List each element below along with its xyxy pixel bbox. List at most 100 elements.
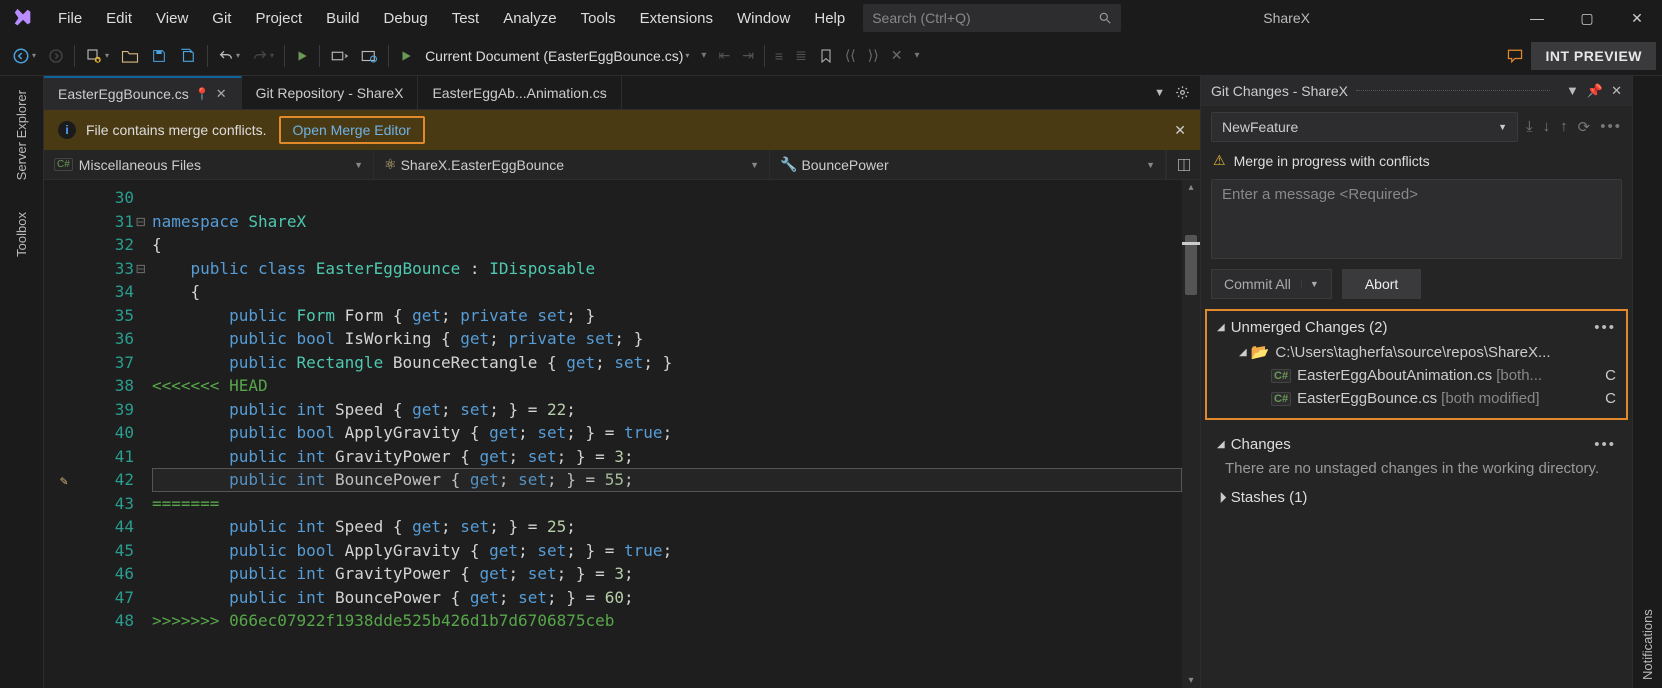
git-panel-title: Git Changes - ShareX ▼ 📌 ✕ [1201,76,1632,106]
class-icon: ⚛ [384,156,397,173]
code-content[interactable]: ⊟namespace ShareX{⊟ public class EasterE… [142,180,1182,688]
branch-dropdown[interactable]: NewFeature▼ [1211,112,1518,142]
current-document-label: Current Document (EasterEggBounce.cs) [425,48,683,64]
bookmark-icon[interactable] [813,42,839,70]
open-button[interactable] [115,42,145,70]
changes-header[interactable]: ◢Changes ••• [1211,432,1622,457]
current-document-dropdown[interactable]: Current Document (EasterEggBounce.cs) ▾ [419,42,695,70]
repo-folder-row[interactable]: ◢ 📂 C:\Users\tagherfa\source\repos\Share… [1211,340,1622,364]
browser-link-button[interactable] [354,42,384,70]
nav-forward-button[interactable] [42,42,70,70]
main-menu: FileEditViewGitProjectBuildDebugTestAnal… [46,10,857,27]
menu-edit[interactable]: Edit [94,10,144,27]
int-preview-button[interactable]: INT PREVIEW [1531,42,1656,70]
menu-view[interactable]: View [144,10,200,27]
more-icon[interactable]: ••• [1600,118,1622,136]
sync-icon[interactable]: ⟳ [1578,118,1591,136]
menu-build[interactable]: Build [314,10,371,27]
tab-2[interactable]: EasterEggAb...Animation.cs [418,76,621,109]
scrollbar[interactable]: ▴ ▾ [1182,180,1200,688]
project-dropdown[interactable]: C# Miscellaneous Files▼ [44,150,374,179]
start-button[interactable] [289,42,315,70]
commit-message-input[interactable]: Enter a message <Required> [1211,179,1622,259]
merge-warning: ⚠ Merge in progress with conflicts [1201,148,1632,173]
open-merge-editor-link[interactable]: Open Merge Editor [279,116,425,144]
warning-icon: ⚠ [1213,152,1226,169]
feedback-icon[interactable] [1499,42,1531,70]
merge-conflict-message: File contains merge conflicts. [86,122,267,138]
pin-icon[interactable]: 📍 [195,87,210,101]
nav-back-button[interactable]: ▾ [6,42,42,70]
server-explorer-tab[interactable]: Server Explorer [14,82,29,188]
fetch-icon[interactable]: ⤓ [1526,118,1533,136]
csharp-icon: C# [54,158,73,171]
toolbox-tab[interactable]: Toolbox [14,204,29,265]
panel-dropdown-icon[interactable]: ▼ [1566,83,1579,98]
menu-help[interactable]: Help [802,10,857,27]
left-rail: Server Explorer Toolbox [0,76,44,688]
tab-dropdown-icon[interactable]: ▼ [1154,87,1165,99]
class-dropdown[interactable]: ⚛ ShareX.EasterEggBounce▼ [374,150,770,179]
tab-close-icon[interactable]: ✕ [216,86,227,102]
breakpoint-gutter[interactable] [44,180,98,688]
panel-close-icon[interactable]: ✕ [1611,83,1622,99]
split-editor-button[interactable] [1166,150,1200,179]
unmerged-file-1[interactable]: C#EasterEggBounce.cs [both modified]C [1211,387,1622,410]
tab-0[interactable]: EasterEggBounce.cs📍✕ [44,76,242,109]
menu-git[interactable]: Git [200,10,243,27]
code-editor[interactable]: 30313233343536373839404142434445464748 ⊟… [44,180,1200,688]
notifications-tab[interactable]: Notifications [1640,84,1655,688]
right-rail: Notifications [1632,76,1662,688]
save-all-button[interactable] [173,42,203,70]
changes-more-icon[interactable]: ••• [1594,436,1616,453]
attach-button[interactable] [324,42,354,70]
menu-extensions[interactable]: Extensions [628,10,725,27]
bookmark-next-icon[interactable]: ⟩⟩ [862,42,885,70]
document-tabs: EasterEggBounce.cs📍✕Git Repository - Sha… [44,76,1200,110]
pull-icon[interactable]: ↓ [1543,118,1551,136]
undo-button[interactable]: ▾ [212,42,246,70]
toolbar: ▾ ★▾ ▾ ▾ Current Document (EasterEggBoun… [0,36,1662,76]
overflow2-icon[interactable]: ▾ [908,42,925,70]
align-left-icon: ≡ [769,42,789,70]
title-bar: FileEditViewGitProjectBuildDebugTestAnal… [0,0,1662,36]
overflow-icon[interactable]: ▾ [695,42,712,70]
tab-settings-icon[interactable] [1175,85,1190,100]
tab-1[interactable]: Git Repository - ShareX [242,76,419,109]
close-goldbar-button[interactable]: ✕ [1174,122,1186,139]
run-current-button[interactable] [393,42,419,70]
search-input[interactable]: Search (Ctrl+Q) [863,4,1121,32]
search-icon [1098,11,1112,25]
abort-button[interactable]: Abort [1342,269,1421,299]
save-button[interactable] [145,42,173,70]
unmerged-changes-section: ◢Unmerged Changes (2) ••• ◢ 📂 C:\Users\t… [1205,309,1628,420]
redo-button[interactable]: ▾ [246,42,280,70]
navigation-bar: C# Miscellaneous Files▼ ⚛ ShareX.EasterE… [44,150,1200,180]
commit-all-button[interactable]: Commit All▼ [1211,269,1332,299]
new-item-button[interactable]: ★▾ [79,42,115,70]
panel-pin-icon[interactable]: 📌 [1587,83,1603,99]
unmerged-more-icon[interactable]: ••• [1594,319,1616,336]
menu-window[interactable]: Window [725,10,802,27]
menu-tools[interactable]: Tools [569,10,628,27]
csharp-file-icon: C# [1271,369,1291,383]
unmerged-file-0[interactable]: C#EasterEggAboutAnimation.cs [both...C [1211,364,1622,387]
push-icon[interactable]: ↑ [1560,118,1568,136]
stashes-header[interactable]: ◢ Stashes (1) [1211,485,1622,510]
maximize-button[interactable]: ▢ [1562,10,1612,27]
menu-debug[interactable]: Debug [372,10,440,27]
svg-text:★: ★ [95,58,100,64]
indent-decrease-icon: ⇤ [712,42,736,70]
menu-file[interactable]: File [46,10,94,27]
menu-analyze[interactable]: Analyze [491,10,568,27]
search-placeholder: Search (Ctrl+Q) [872,10,970,26]
bookmark-prev-icon[interactable]: ⟨⟨ [839,42,862,70]
menu-project[interactable]: Project [243,10,314,27]
member-dropdown[interactable]: 🔧 BouncePower▼ [770,150,1166,179]
bookmark-clear-icon[interactable]: ✕ [885,42,909,70]
minimize-button[interactable]: ― [1512,10,1562,26]
unmerged-header[interactable]: ◢Unmerged Changes (2) ••• [1211,315,1622,340]
close-window-button[interactable]: ✕ [1612,10,1662,27]
menu-test[interactable]: Test [440,10,492,27]
merge-conflict-bar: i File contains merge conflicts. Open Me… [44,110,1200,150]
